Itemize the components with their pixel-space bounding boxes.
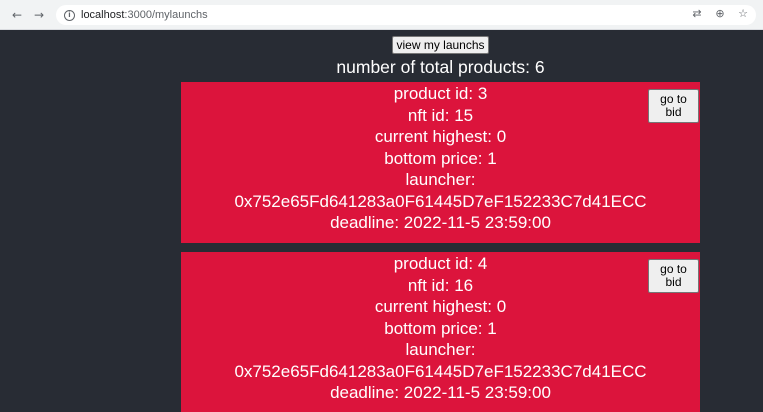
launcher-label: launcher: (405, 340, 476, 359)
product-card: product id: 3 nft id: 15 current highest… (181, 82, 700, 243)
bottom-price: bottom price: 1 (384, 318, 497, 338)
view-my-launchs-button[interactable]: view my launchs (392, 36, 489, 54)
product-id: product id: 3 (393, 84, 488, 103)
forward-arrow-icon[interactable]: → (30, 6, 48, 24)
current-highest: current highest: 0 (374, 297, 507, 316)
nft-id: nft id: 16 (407, 275, 474, 295)
deadline: deadline: 2022-11-5 23:59:00 (330, 213, 551, 232)
url-text: localhost:3000/mylaunchs (81, 9, 208, 21)
url-host: localhost (81, 9, 125, 21)
go-to-bid-button[interactable]: go to bid (648, 259, 699, 293)
zoom-icon[interactable]: ⊕ (713, 7, 727, 20)
address-bar[interactable]: i localhost:3000/mylaunchs ⇄ ⊕ ☆ (56, 5, 756, 25)
product-card: product id: 4 nft id: 16 current highest… (181, 252, 700, 412)
nft-id: nft id: 15 (407, 105, 474, 125)
deadline: deadline: 2022-11-5 23:59:00 (330, 383, 551, 402)
product-id: product id: 4 (393, 254, 488, 273)
bottom-price: bottom price: 1 (384, 148, 497, 168)
total-products-count: number of total products: 6 (336, 57, 545, 77)
launcher-address: 0x752e65Fd641283a0F61445D7eF152233C7d41E… (234, 361, 647, 381)
address-bar-actions: ⇄ ⊕ ☆ (690, 7, 750, 20)
back-arrow-icon[interactable]: ← (8, 6, 26, 24)
go-to-bid-button[interactable]: go to bid (648, 89, 699, 123)
launcher-address: 0x752e65Fd641283a0F61445D7eF152233C7d41E… (234, 191, 647, 211)
url-path: :3000/mylaunchs (124, 9, 208, 21)
page-content: view my launchs number of total products… (0, 30, 763, 412)
translate-icon[interactable]: ⇄ (690, 7, 704, 20)
info-icon[interactable]: i (64, 9, 75, 21)
browser-toolbar: ← → C i localhost:3000/mylaunchs ⇄ ⊕ ☆ (0, 0, 763, 30)
bookmark-star-icon[interactable]: ☆ (736, 7, 750, 20)
launcher-label: launcher: (405, 170, 476, 189)
current-highest: current highest: 0 (374, 127, 507, 146)
